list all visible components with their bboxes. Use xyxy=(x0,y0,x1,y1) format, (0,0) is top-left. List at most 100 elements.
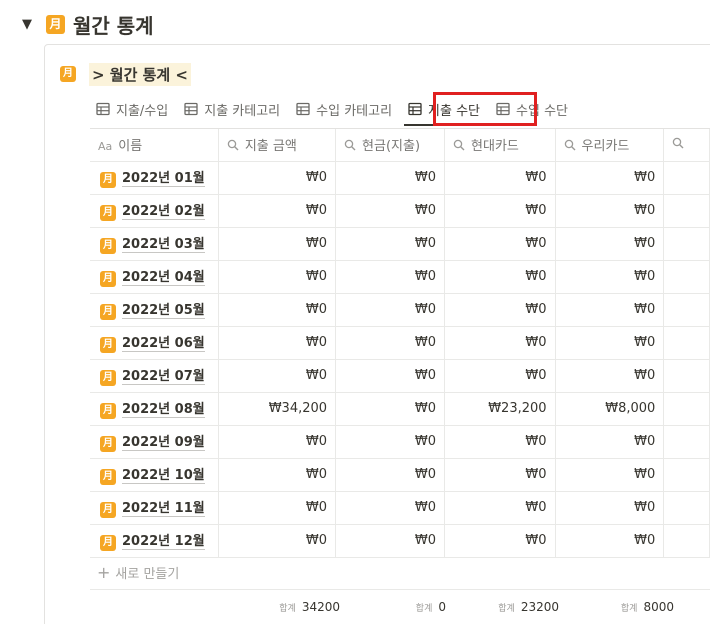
name-cell[interactable]: 月 2022년 01월 xyxy=(90,161,219,195)
row-name[interactable]: 2022년 10월 xyxy=(122,468,205,484)
tab-view[interactable]: 지출 카테고리 xyxy=(178,95,286,123)
tab-view[interactable]: 수입 수단 xyxy=(490,95,574,123)
name-cell[interactable]: 月 2022년 03월 xyxy=(90,227,219,261)
tab-view[interactable]: 지출/수입 xyxy=(90,95,174,123)
table-row[interactable]: 月 2022년 07월 ₩0 ₩0 ₩0 ₩0 xyxy=(90,359,710,393)
view-tabs: 지출/수입 지출 카테고리 수입 카테고리 지출 수단 수입 수단 xyxy=(90,93,578,126)
page-icon: 月 xyxy=(100,238,116,254)
tab-label: 지출/수입 xyxy=(116,103,169,119)
row-name[interactable]: 2022년 02월 xyxy=(122,204,205,220)
name-cell[interactable]: 月 2022년 10월 xyxy=(90,458,219,492)
tab-label: 수입 수단 xyxy=(516,103,569,119)
table-row[interactable]: 月 2022년 01월 ₩0 ₩0 ₩0 ₩0 xyxy=(90,161,710,195)
value-cell: ₩0 xyxy=(555,293,665,327)
column-header[interactable]: 현대카드 xyxy=(444,129,556,162)
table-row[interactable]: 月 2022년 10월 ₩0 ₩0 ₩0 ₩0 xyxy=(90,458,710,492)
value-cell: ₩0 xyxy=(218,425,337,459)
column-header[interactable]: 지출 금액 xyxy=(218,129,337,162)
triangle-down-icon[interactable]: ▼ xyxy=(22,17,38,32)
name-cell[interactable]: 月 2022년 06월 xyxy=(90,326,219,360)
row-name[interactable]: 2022년 09월 xyxy=(122,435,205,451)
empty-cell xyxy=(663,293,710,327)
page-icon: 月 xyxy=(100,502,116,518)
name-cell[interactable]: 月 2022년 07월 xyxy=(90,359,219,393)
row-name[interactable]: 2022년 12월 xyxy=(122,534,205,550)
sum-calculation[interactable]: 합계 8000 xyxy=(621,600,674,614)
value-cell: ₩0 xyxy=(444,194,556,228)
sum-calculation[interactable]: 합계 0 xyxy=(416,600,446,614)
table-row[interactable]: 月 2022년 02월 ₩0 ₩0 ₩0 ₩0 xyxy=(90,194,710,228)
page-icon: 月 xyxy=(100,172,116,188)
search-icon xyxy=(564,139,576,155)
value-cell: ₩0 xyxy=(218,326,337,360)
sum-value: 23200 xyxy=(520,600,559,614)
table-view-icon xyxy=(96,102,116,116)
column-header[interactable]: 우리카드 xyxy=(555,129,665,162)
toggle-header[interactable]: ▼ 月 월간 통계 xyxy=(22,10,154,38)
value-cell: ₩0 xyxy=(444,359,556,393)
column-header[interactable] xyxy=(663,129,710,162)
row-name[interactable]: 2022년 03월 xyxy=(122,237,205,253)
row-name[interactable]: 2022년 01월 xyxy=(122,171,205,187)
row-name[interactable]: 2022년 07월 xyxy=(122,369,205,385)
name-cell[interactable]: 月 2022년 05월 xyxy=(90,293,219,327)
value-cell: ₩0 xyxy=(444,326,556,360)
row-name[interactable]: 2022년 06월 xyxy=(122,336,205,352)
value-cell: ₩0 xyxy=(555,326,665,360)
name-cell[interactable]: 月 2022년 09월 xyxy=(90,425,219,459)
page-icon: 月 xyxy=(100,370,116,386)
sum-calculation[interactable]: 합계 23200 xyxy=(498,600,559,614)
table-row[interactable]: 月 2022년 08월 ₩34,200 ₩0 ₩23,200 ₩8,000 xyxy=(90,392,710,426)
sum-label: 합계 xyxy=(620,604,638,614)
value-cell: ₩0 xyxy=(218,260,337,294)
table-row[interactable]: 月 2022년 03월 ₩0 ₩0 ₩0 ₩0 xyxy=(90,227,710,261)
sum-label: 합계 xyxy=(279,604,296,614)
table-row[interactable]: 月 2022년 12월 ₩0 ₩0 ₩0 ₩0 xyxy=(90,524,710,558)
row-name[interactable]: 2022년 08월 xyxy=(122,402,205,418)
value-cell: ₩0 xyxy=(218,491,337,525)
search-icon xyxy=(227,139,239,155)
database-title[interactable]: > 월간 통계 < xyxy=(89,62,192,86)
new-row-label: 새로 만들기 xyxy=(115,567,180,582)
name-cell[interactable]: 月 2022년 12월 xyxy=(90,524,219,558)
row-name[interactable]: 2022년 11월 xyxy=(122,501,205,517)
value-cell: ₩0 xyxy=(555,161,665,195)
tab-view[interactable]: 지출 수단 xyxy=(402,95,486,126)
value-cell: ₩0 xyxy=(444,524,556,558)
value-cell: ₩0 xyxy=(335,359,446,393)
value-cell: ₩0 xyxy=(335,524,446,558)
sum-calculation[interactable]: 합계 34200 xyxy=(279,600,340,614)
table-header-row: Aa 이름 지출 금액 현금(지출) 현대카드 우리카드 xyxy=(90,129,710,162)
row-name[interactable]: 2022년 05월 xyxy=(122,303,205,319)
value-cell: ₩0 xyxy=(335,491,446,525)
page-icon: 月 xyxy=(100,469,116,485)
plus-icon: + xyxy=(97,563,111,582)
sum-label: 합계 xyxy=(415,604,433,614)
empty-cell xyxy=(663,425,710,459)
empty-cell xyxy=(663,392,710,426)
column-header[interactable]: Aa 이름 xyxy=(90,129,219,162)
column-header[interactable]: 현금(지출) xyxy=(335,129,446,162)
row-name[interactable]: 2022년 04월 xyxy=(122,270,205,286)
sum-label: 합계 xyxy=(498,604,515,614)
name-cell[interactable]: 月 2022년 02월 xyxy=(90,194,219,228)
empty-cell xyxy=(663,326,710,360)
new-row-button[interactable]: + 새로 만들기 xyxy=(97,563,179,582)
value-cell: ₩0 xyxy=(218,161,337,195)
empty-cell xyxy=(663,491,710,525)
value-cell: ₩0 xyxy=(335,161,446,195)
tab-view[interactable]: 수입 카테고리 xyxy=(290,95,398,123)
table-row[interactable]: 月 2022년 04월 ₩0 ₩0 ₩0 ₩0 xyxy=(90,260,710,294)
table-row[interactable]: 月 2022년 09월 ₩0 ₩0 ₩0 ₩0 xyxy=(90,425,710,459)
name-cell[interactable]: 月 2022년 08월 xyxy=(90,392,219,426)
table-row[interactable]: 月 2022년 05월 ₩0 ₩0 ₩0 ₩0 xyxy=(90,293,710,327)
empty-cell xyxy=(663,458,710,492)
value-cell: ₩0 xyxy=(218,293,337,327)
name-cell[interactable]: 月 2022년 11월 xyxy=(90,491,219,525)
table-row[interactable]: 月 2022년 06월 ₩0 ₩0 ₩0 ₩0 xyxy=(90,326,710,360)
name-cell[interactable]: 月 2022년 04월 xyxy=(90,260,219,294)
page-icon: 月 xyxy=(100,403,116,419)
value-cell: ₩0 xyxy=(218,524,337,558)
table-row[interactable]: 月 2022년 11월 ₩0 ₩0 ₩0 ₩0 xyxy=(90,491,710,525)
database-title-row: 月 > 월간 통계 < xyxy=(60,62,192,86)
